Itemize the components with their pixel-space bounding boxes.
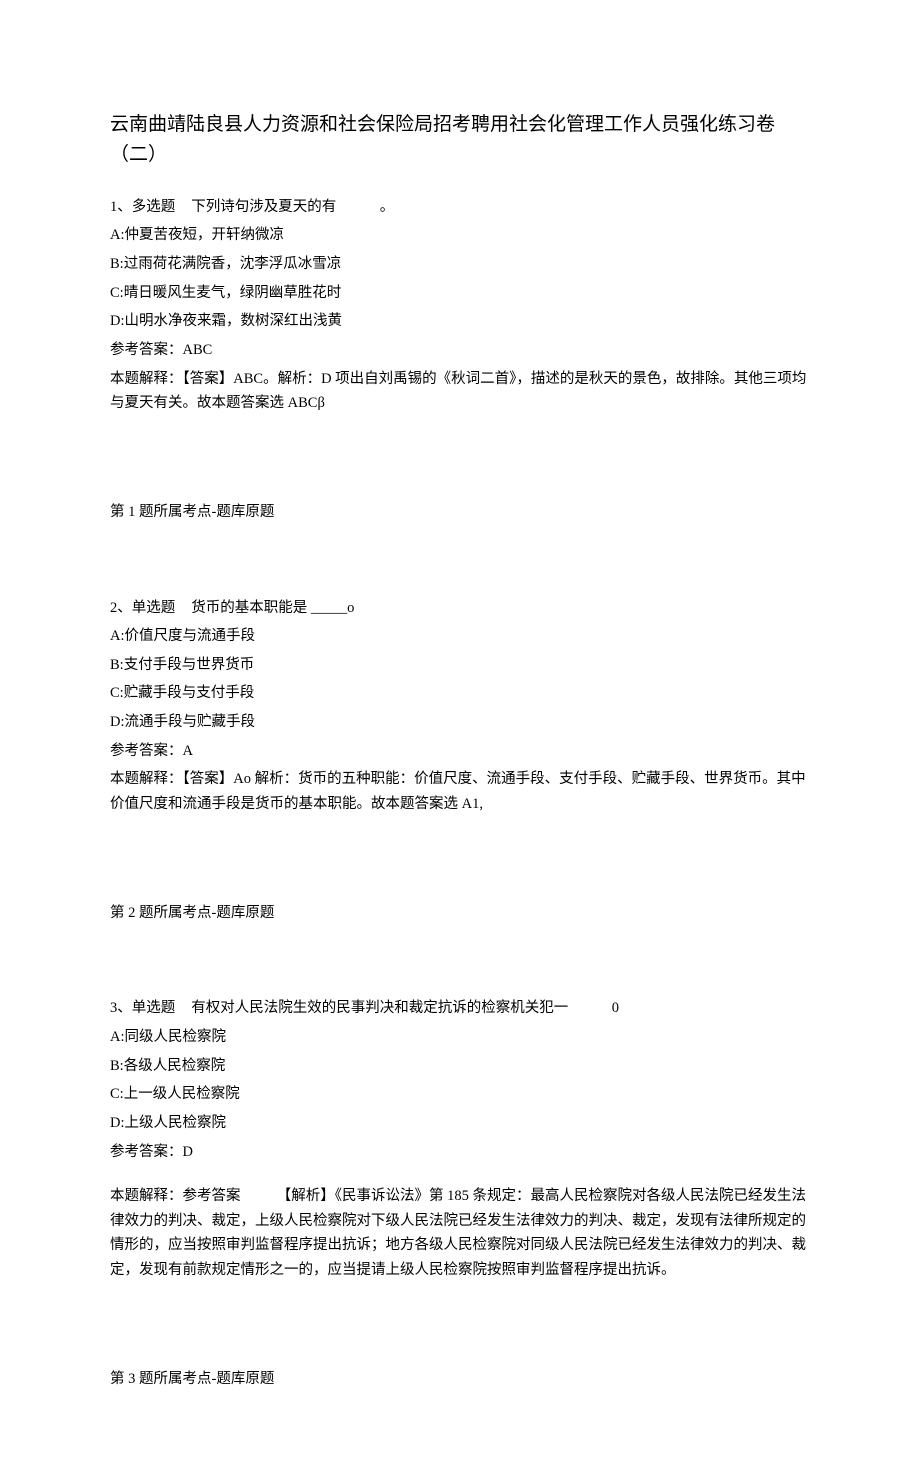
question-2-type: 单选题 [132, 600, 176, 616]
question-2-number: 2、 [110, 600, 132, 616]
question-3-answer: 参考答案：D [110, 1140, 810, 1165]
question-1-option-c: C:晴日暖风生麦气，绿阴幽草胜花时 [110, 281, 810, 306]
question-2-topic: 第 2 题所属考点-题库原题 [110, 901, 810, 926]
question-1: 1、多选题下列诗句涉及夏天的有 。 A:仲夏苦夜短，开轩纳微凉 B:过雨荷花满院… [110, 195, 810, 416]
document-title: 云南曲靖陆良县人力资源和社会保险局招考聘用社会化管理工作人员强化练习卷（二） [110, 110, 810, 171]
question-1-option-b: B:过雨荷花满院香，沈李浮瓜冰雪凉 [110, 252, 810, 277]
question-1-stem: 1、多选题下列诗句涉及夏天的有 。 [110, 195, 810, 220]
question-1-option-a: A:仲夏苦夜短，开轩纳微凉 [110, 223, 810, 248]
question-3-topic: 第 3 题所属考点-题库原题 [110, 1367, 810, 1392]
question-2-text: 货币的基本职能是 _____o [191, 600, 354, 616]
question-1-topic: 第 1 题所属考点-题库原题 [110, 500, 810, 525]
question-3-text: 有权对人民法院生效的民事判决和裁定抗诉的检察机关犯一 0 [191, 1000, 619, 1016]
question-3-option-a: A:同级人民检察院 [110, 1025, 810, 1050]
question-3-stem: 3、单选题有权对人民法院生效的民事判决和裁定抗诉的检察机关犯一 0 [110, 996, 810, 1021]
question-2-explanation: 本题解释：【答案】Ao 解析：货币的五种职能：价值尺度、流通手段、支付手段、贮藏… [110, 767, 810, 816]
question-3-explanation: 本题解释：参考答案 【解析】《民事诉讼法》第 185 条规定：最高人民检察院对各… [110, 1184, 810, 1283]
question-2-stem: 2、单选题货币的基本职能是 _____o [110, 596, 810, 621]
question-2: 2、单选题货币的基本职能是 _____o A:价值尺度与流通手段 B:支付手段与… [110, 596, 810, 817]
question-1-option-d: D:山明水净夜来霜，数树深红出浅黄 [110, 309, 810, 334]
question-1-text: 下列诗句涉及夏天的有 。 [191, 199, 394, 215]
question-2-answer: 参考答案：A [110, 739, 810, 764]
question-1-answer: 参考答案：ABC [110, 338, 810, 363]
question-3: 3、单选题有权对人民法院生效的民事判决和裁定抗诉的检察机关犯一 0 A:同级人民… [110, 996, 810, 1282]
question-3-number: 3、 [110, 1000, 132, 1016]
question-2-option-b: B:支付手段与世界货币 [110, 653, 810, 678]
question-2-option-a: A:价值尺度与流通手段 [110, 624, 810, 649]
question-2-option-d: D:流通手段与贮藏手段 [110, 710, 810, 735]
question-3-option-c: C:上一级人民检察院 [110, 1082, 810, 1107]
question-3-option-b: B:各级人民检察院 [110, 1054, 810, 1079]
question-1-explanation: 本题解释：【答案】ABC。解析：D 项出自刘禹锡的《秋词二首》，描述的是秋天的景… [110, 367, 810, 416]
question-2-option-c: C:贮藏手段与支付手段 [110, 681, 810, 706]
question-3-type: 单选题 [132, 1000, 176, 1016]
question-3-option-d: D:上级人民检察院 [110, 1111, 810, 1136]
question-1-number: 1、 [110, 199, 132, 215]
question-1-type: 多选题 [132, 199, 176, 215]
